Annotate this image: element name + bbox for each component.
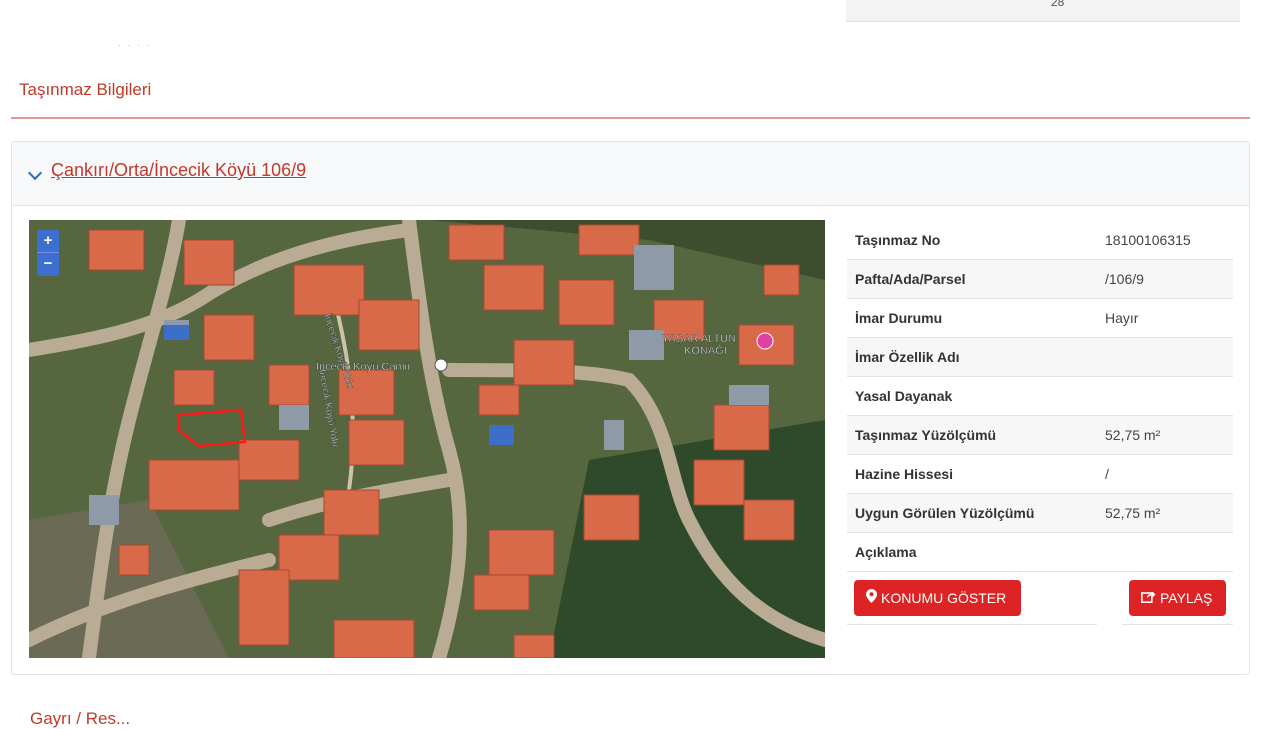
- divider: [847, 624, 1097, 625]
- chevron-down-icon[interactable]: [27, 165, 43, 181]
- section-divider: [11, 117, 1250, 119]
- info-row: Uygun Görülen Yüzölçümü 52,75 m²: [847, 494, 1233, 533]
- info-value: /: [1105, 466, 1109, 482]
- top-table-cell: 28: [846, 0, 1240, 22]
- map-label-konak-1: YAŞAR ALTUN: [662, 333, 736, 345]
- info-value: 52,75 m²: [1105, 427, 1161, 443]
- info-row: Taşınmaz No 18100106315: [847, 221, 1233, 260]
- action-buttons: KONUMU GÖSTER PAYLAŞ: [847, 570, 1233, 626]
- panel-header[interactable]: Çankırı/Orta/İncecik Köyü 106/9: [12, 142, 1249, 206]
- share-icon: [1141, 581, 1156, 617]
- info-label: Açıklama: [855, 544, 917, 560]
- info-value: 52,75 m²: [1105, 505, 1161, 521]
- info-row: Açıklama: [847, 533, 1233, 572]
- next-section-title: Gayrı / Res...: [30, 709, 131, 728]
- map-imagery: İncecik Köyü Yolu İncecik Köyü Yolu İnce…: [29, 220, 825, 658]
- mosque-pin-icon: [434, 358, 448, 372]
- map-label-konak-2: KONAĞI: [684, 344, 727, 357]
- info-row: Pafta/Ada/Parsel /106/9: [847, 260, 1233, 299]
- zoom-out-button[interactable]: −: [37, 253, 59, 275]
- zoom-in-button[interactable]: +: [37, 230, 59, 253]
- property-title-link[interactable]: Çankırı/Orta/İncecik Köyü 106/9: [51, 160, 306, 181]
- info-value: /106/9: [1105, 271, 1144, 287]
- info-row: Taşınmaz Yüzölçümü 52,75 m²: [847, 416, 1233, 455]
- property-panel: Çankırı/Orta/İncecik Köyü 106/9 İncecik …: [11, 141, 1250, 675]
- info-row: İmar Özellik Adı: [847, 338, 1233, 377]
- show-location-label: KONUMU GÖSTER: [881, 590, 1007, 606]
- info-label: İmar Durumu: [855, 310, 943, 326]
- hotel-pin-icon: [756, 332, 774, 350]
- share-button[interactable]: PAYLAŞ: [1129, 580, 1226, 616]
- info-row: İmar Durumu Hayır: [847, 299, 1233, 338]
- info-label: Taşınmaz Yüzölçümü: [855, 427, 997, 443]
- info-label: Pafta/Ada/Parsel: [855, 271, 966, 287]
- info-value: 18100106315: [1105, 232, 1191, 248]
- show-location-button[interactable]: KONUMU GÖSTER: [854, 580, 1021, 616]
- share-label: PAYLAŞ: [1160, 590, 1213, 606]
- section-title: Taşınmaz Bilgileri: [19, 80, 152, 99]
- info-label: Hazine Hissesi: [855, 466, 954, 482]
- info-row: Hazine Hissesi /: [847, 455, 1233, 494]
- info-label: Uygun Görülen Yüzölçümü: [855, 505, 1035, 521]
- property-info-table: Taşınmaz No 18100106315 Pafta/Ada/Parsel…: [847, 221, 1233, 572]
- info-label: İmar Özellik Adı: [855, 349, 960, 365]
- faint-text: · · · ·: [118, 40, 152, 50]
- info-label: Yasal Dayanak: [855, 388, 953, 404]
- top-table-value: 28: [1051, 0, 1065, 9]
- map-zoom-control: + −: [37, 230, 59, 276]
- satellite-map[interactable]: İncecik Köyü Yolu İncecik Köyü Yolu İnce…: [29, 220, 825, 658]
- map-label-mosque: İncecik Köyü Camii: [316, 360, 410, 373]
- divider: [1122, 624, 1233, 625]
- info-value: Hayır: [1105, 310, 1139, 326]
- info-label: Taşınmaz No: [855, 232, 941, 248]
- info-row: Yasal Dayanak: [847, 377, 1233, 416]
- map-marker-icon: [866, 581, 877, 617]
